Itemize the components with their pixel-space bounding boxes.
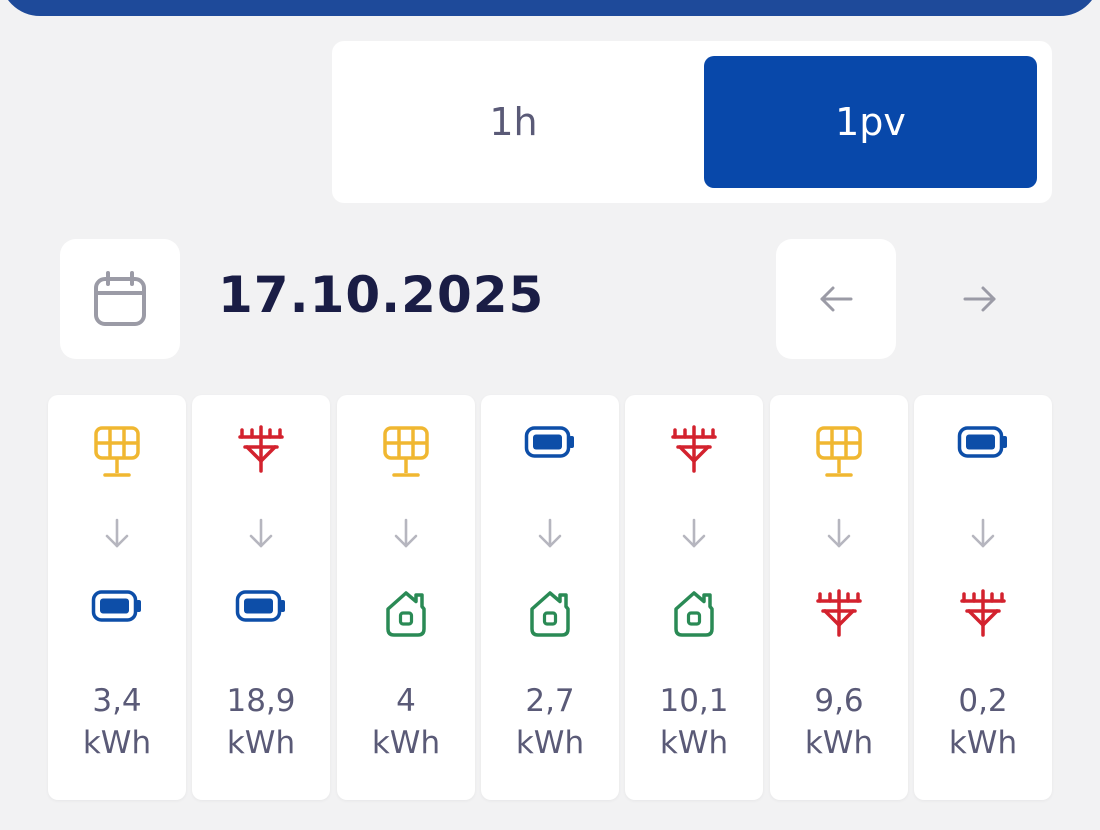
arrow-down-icon [770, 517, 908, 551]
energy-flow-card: 2,7 kWh [481, 395, 619, 800]
flow-value: 3,4 [92, 683, 142, 719]
power-grid-icon [192, 425, 330, 481]
flow-unit: kWh [659, 725, 729, 761]
flow-amount: 18,9 kWh [192, 680, 330, 764]
battery-icon [48, 589, 186, 641]
home-icon [481, 589, 619, 641]
flow-value: 9,6 [814, 683, 864, 719]
energy-flow-card: 4 kWh [337, 395, 475, 800]
arrow-left-icon [820, 286, 853, 312]
flow-unit: kWh [82, 725, 152, 761]
energy-flow-card: 18,9 kWh [192, 395, 330, 800]
home-icon [337, 589, 475, 641]
flow-value: 2,7 [525, 683, 575, 719]
flow-amount: 9,6 kWh [770, 680, 908, 764]
solar-panel-icon [48, 425, 186, 481]
flow-amount: 2,7 kWh [481, 680, 619, 764]
energy-flow-card: 10,1 kWh [625, 395, 763, 800]
flow-value: 0,2 [958, 683, 1008, 719]
flow-value: 10,1 [659, 683, 729, 719]
power-grid-icon [770, 589, 908, 641]
flow-amount: 3,4 kWh [48, 680, 186, 764]
energy-flow-cards: 3,4 kWh 18,9 kWh 4 kWh 2,7 kWh 10,1 kWh … [48, 395, 1052, 800]
next-day-button[interactable] [920, 239, 1040, 359]
power-grid-icon [914, 589, 1052, 641]
home-icon [625, 589, 763, 641]
flow-unit: kWh [948, 725, 1018, 761]
battery-icon [914, 425, 1052, 481]
period-option-1pv[interactable]: 1pv [704, 56, 1037, 188]
flow-unit: kWh [371, 725, 441, 761]
arrow-down-icon [192, 517, 330, 551]
flow-amount: 0,2 kWh [914, 680, 1052, 764]
battery-icon [192, 589, 330, 641]
calendar-button[interactable] [60, 239, 180, 359]
flow-unit: kWh [515, 725, 585, 761]
flow-value: 18,9 [226, 683, 296, 719]
solar-panel-icon [770, 425, 908, 481]
arrow-down-icon [337, 517, 475, 551]
flow-unit: kWh [804, 725, 874, 761]
arrow-down-icon [481, 517, 619, 551]
flow-unit: kWh [226, 725, 296, 761]
calendar-icon [94, 271, 146, 326]
power-grid-icon [625, 425, 763, 481]
flow-amount: 4 kWh [337, 680, 475, 764]
flow-value: 4 [396, 683, 416, 719]
energy-flow-card: 0,2 kWh [914, 395, 1052, 800]
arrow-down-icon [625, 517, 763, 551]
arrow-right-icon [963, 286, 996, 312]
header-banner [0, 0, 1100, 16]
arrow-down-icon [48, 517, 186, 551]
battery-icon [481, 425, 619, 481]
arrow-down-icon [914, 517, 1052, 551]
energy-flow-card: 9,6 kWh [770, 395, 908, 800]
previous-day-button[interactable] [776, 239, 896, 359]
flow-amount: 10,1 kWh [625, 680, 763, 764]
solar-panel-icon [337, 425, 475, 481]
selected-date: 17.10.2025 [218, 266, 545, 324]
period-option-1h[interactable]: 1h [347, 56, 680, 188]
period-toggle: 1h 1pv [332, 41, 1052, 203]
energy-flow-card: 3,4 kWh [48, 395, 186, 800]
